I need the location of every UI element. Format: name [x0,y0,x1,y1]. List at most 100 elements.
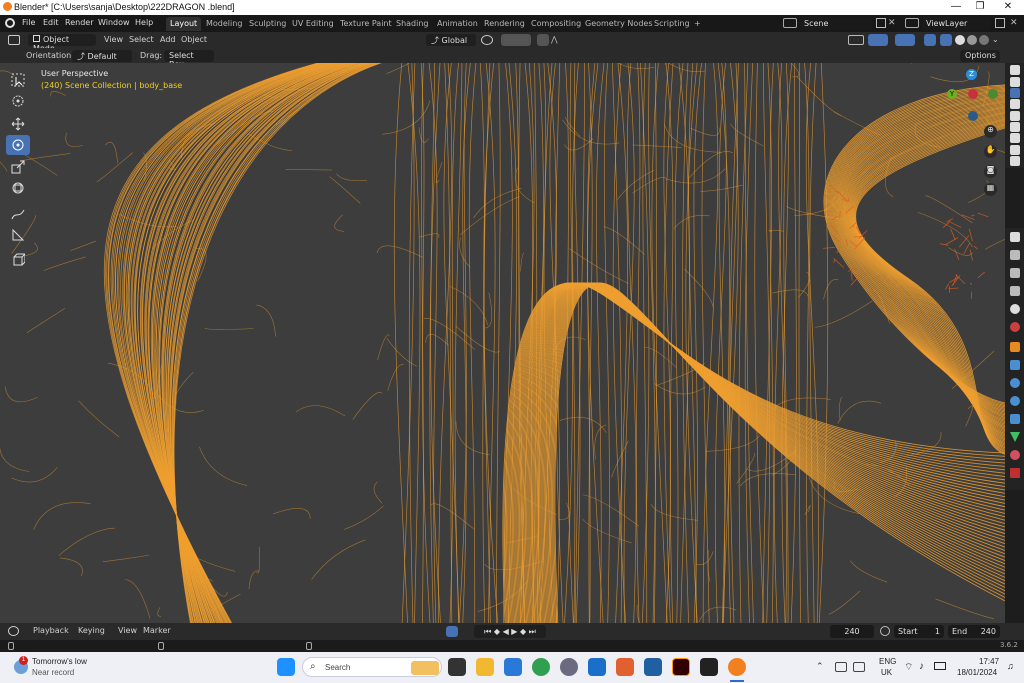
new-view-layer-icon[interactable] [995,18,1005,28]
camera-visibility-icon-5[interactable] [1010,111,1020,121]
menu-file[interactable]: File [22,18,35,27]
menu-view[interactable]: View [104,35,123,44]
solid-shading-button[interactable] [955,35,965,45]
play-reverse-icon[interactable]: ◀ [503,627,509,636]
timeline-editor-icon[interactable] [8,626,19,636]
menu-add[interactable]: Add [160,35,176,44]
transform-tool[interactable] [6,178,30,198]
camera-visibility-icon-8[interactable] [1010,145,1020,155]
falloff-icon[interactable]: ⋀ [551,35,558,44]
clock-time[interactable]: 17:47 [979,657,999,666]
end-frame-field[interactable]: End 240 [948,625,1000,638]
gizmo-toggle[interactable] [868,34,888,46]
preview-range-clock-icon[interactable] [880,626,890,636]
language-label[interactable]: ENG [879,657,896,666]
scene-name-field[interactable]: Scene [800,17,872,30]
gizmo-axis-x-neg[interactable] [968,89,978,99]
tab-modeling[interactable]: Modeling [202,17,246,31]
microsoft-store-icon[interactable] [504,658,522,676]
rotate-tool[interactable] [6,135,30,155]
chrome-icon[interactable] [532,658,550,676]
texture-properties-icon[interactable] [1010,468,1020,478]
editor-type-icon[interactable] [8,35,20,45]
render-properties-icon[interactable] [1010,250,1020,260]
menu-select[interactable]: Select [129,35,154,44]
camera-visibility-icon-9[interactable] [1010,156,1020,166]
object-properties-icon[interactable] [1010,342,1020,352]
mesh-data-icon[interactable] [1010,432,1020,442]
tab-shading[interactable]: Shading [392,17,433,31]
tab-scripting[interactable]: Scripting [650,17,694,31]
notifications-bell-icon[interactable]: ♫ [1007,661,1014,671]
start-frame-field[interactable]: Start 1 [894,625,944,638]
taskbar-search-box[interactable]: ⌕ Search [302,657,442,677]
gizmo-axis-y[interactable]: Y [947,89,957,99]
autokey-record-button[interactable] [446,626,458,637]
view-layer-field[interactable]: ViewLayer [922,17,990,30]
delete-scene-icon[interactable]: ✕ [888,18,896,28]
weather-title[interactable]: Tomorrow's low [32,657,87,666]
pivot-point-icon[interactable] [481,35,493,45]
wireframe-shading-button[interactable] [940,34,952,46]
zoom-icon[interactable]: ⊕ [984,125,997,138]
restore-button[interactable]: ❐ [968,1,992,12]
camera-visibility-icon-4[interactable] [1010,99,1020,109]
playback-controls[interactable]: ⏮ ◆ ◀ ▶ ◆ ⏭ [474,625,546,638]
jump-end-icon[interactable]: ⏭ [529,627,536,636]
wifi-icon[interactable]: ⌔ [904,661,913,674]
particles-icon[interactable] [1010,378,1020,388]
overlay-toggle[interactable] [895,34,915,46]
tab-geometry-nodes[interactable]: Geometry Nodes [581,17,656,31]
tab-layout[interactable]: Layout [166,17,202,31]
add-cube-tool[interactable] [6,250,30,270]
camera-visibility-icon-2[interactable] [1010,77,1020,87]
pan-hand-icon[interactable]: ✋ [984,145,997,158]
material-properties-icon[interactable] [1010,450,1020,460]
tab-uv-editing[interactable]: UV Editing [288,17,338,31]
region-label[interactable]: UK [881,668,892,677]
cursor-tool[interactable] [6,91,30,111]
menu-playback[interactable]: Playback [33,626,69,635]
menu-object[interactable]: Object [181,35,207,44]
camera-visibility-icon-3[interactable] [1010,88,1020,98]
play-icon[interactable]: ▶ [511,627,517,636]
perspective-toggle-icon[interactable]: ▦ [984,183,997,196]
rendered-shading-button[interactable] [979,35,989,45]
visibility-icon[interactable] [848,35,864,45]
settings-gear-icon[interactable] [560,658,578,676]
tray-chevron-icon[interactable]: ⌃ [816,661,824,672]
windows-start-icon[interactable] [277,658,295,676]
modifier-wrench-icon[interactable] [1010,360,1020,370]
tray-app-icon-2[interactable] [853,662,865,672]
current-frame-field[interactable]: 240 [830,625,874,638]
minimize-button[interactable]: — [944,1,968,12]
clock-date[interactable]: 18/01/2024 [957,668,997,677]
tray-app-icon-1[interactable] [835,662,847,672]
task-view-icon[interactable] [448,658,466,676]
output-properties-icon[interactable] [1010,268,1020,278]
measure-tool[interactable] [6,225,30,245]
menu-render[interactable]: Render [65,18,93,27]
menu-keying[interactable]: Keying [78,626,105,635]
view-layer-icon[interactable] [905,18,919,28]
tab-sculpting[interactable]: Sculpting [245,17,290,31]
view-layer-properties-icon[interactable] [1010,286,1020,296]
physics-icon[interactable] [1010,396,1020,406]
camera-visibility-icon-6[interactable] [1010,122,1020,132]
camera-visibility-icon-7[interactable] [1010,133,1020,143]
gizmo-axis-z[interactable]: Z [966,69,977,80]
app-blue-icon[interactable] [644,658,662,676]
material-shading-button[interactable] [967,35,977,45]
menu-timeline-view[interactable]: View [118,626,137,635]
scene-icon[interactable] [783,18,797,28]
options-dropdown[interactable]: Options [960,50,1000,62]
prev-keyframe-icon[interactable]: ◆ [494,627,500,636]
camera-visibility-icon-1[interactable] [1010,65,1020,75]
annotate-tool[interactable] [6,204,30,224]
transform-orientation-dropdown[interactable]: ⤴ Global [426,34,476,46]
scene-properties-icon[interactable] [1010,304,1020,314]
tab-animation[interactable]: Animation [433,17,482,31]
3d-viewport[interactable]: User Perspective (240) Scene Collection … [0,63,1005,623]
blender-menu-icon[interactable] [5,18,15,28]
jump-start-icon[interactable]: ⏮ [484,627,491,636]
